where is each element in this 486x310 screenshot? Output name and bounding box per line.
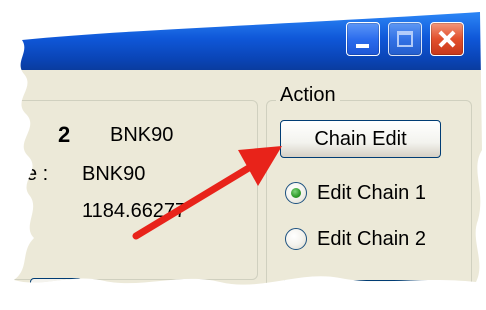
radio-edit-chain-1[interactable]: Edit Chain 1	[285, 178, 426, 208]
partial-right-button[interactable]: Pai	[282, 280, 432, 310]
minimize-button[interactable]	[346, 22, 380, 56]
field-label: e :	[26, 163, 49, 185]
field-value-number: 1184.66277	[82, 200, 187, 222]
window-fragment: 2 BNK90 e : BNK90 1184.66277 Action Chai…	[0, 0, 486, 297]
radio-edit-chain-1-label: Edit Chain 1	[317, 181, 426, 204]
title-bar	[0, 0, 486, 70]
maximize-icon	[397, 31, 413, 47]
action-legend: Action	[276, 84, 340, 107]
close-icon	[431, 23, 463, 55]
radio-unselected-icon[interactable]	[285, 228, 307, 250]
close-button[interactable]	[430, 22, 464, 56]
info-title-value: BNK90	[110, 124, 174, 146]
partial-left-button[interactable]	[30, 278, 82, 308]
radio-selected-icon[interactable]	[285, 182, 307, 204]
info-number: 2	[58, 122, 71, 147]
radio-edit-chain-2[interactable]: Edit Chain 2	[285, 224, 426, 254]
minimize-icon	[356, 44, 369, 48]
radio-edit-chain-2-label: Edit Chain 2	[317, 227, 426, 250]
screenshot-stage: 2 BNK90 e : BNK90 1184.66277 Action Chai…	[0, 0, 486, 297]
chain-edit-button[interactable]: Chain Edit	[280, 120, 441, 158]
chain-edit-button-label: Chain Edit	[314, 128, 407, 150]
partial-right-button-label: Pai	[342, 283, 372, 305]
maximize-button[interactable]	[388, 22, 422, 56]
field-value-name: BNK90	[82, 163, 146, 185]
